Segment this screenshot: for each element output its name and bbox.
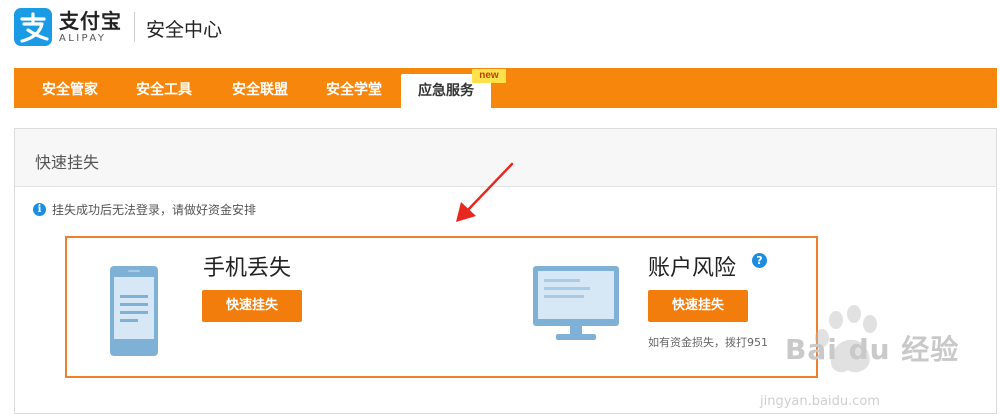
account-risk-note: 如有资金损失，拨打951: [648, 336, 768, 349]
notice: i 挂失成功后无法登录，请做好资金安排: [33, 201, 256, 218]
alipay-wordmark: 支付宝 ALIPAY: [59, 11, 122, 44]
annotation-arrow-icon: [456, 162, 514, 222]
header: 支付宝 ALIPAY 安全中心: [0, 0, 1000, 62]
panel-title: 快速挂失: [35, 153, 100, 172]
watermark-url: jingyan.baidu.com: [760, 394, 880, 409]
new-badge: new: [472, 69, 506, 83]
card-title-phone-lost: 手机丢失: [203, 256, 292, 281]
nav-tab-security-alliance[interactable]: 安全联盟: [210, 68, 310, 108]
nav-tab-security-manager[interactable]: 安全管家: [14, 68, 126, 108]
page: 支付宝 ALIPAY 安全中心 安全管家 安全工具 安全联盟 安全学堂 应急服务…: [0, 0, 1000, 416]
nav-tab-security-tools[interactable]: 安全工具: [114, 68, 214, 108]
monitor-icon: [533, 266, 619, 340]
alipay-logo[interactable]: 支付宝 ALIPAY: [14, 8, 122, 46]
phone-lost-report-button[interactable]: 快速挂失: [202, 290, 302, 322]
logo-en: ALIPAY: [59, 32, 107, 44]
alipay-logo-icon: [14, 8, 52, 46]
nav-tab-security-school[interactable]: 安全学堂: [306, 68, 402, 108]
site-title: 安全中心: [146, 19, 223, 41]
header-divider: [134, 12, 135, 42]
notice-text: 挂失成功后无法登录，请做好资金安排: [52, 203, 257, 217]
card-title-account-risk: 账户风险: [648, 256, 737, 281]
help-icon[interactable]: ?: [752, 253, 767, 268]
info-icon: i: [33, 203, 46, 216]
phone-icon: [110, 266, 158, 356]
account-risk-report-button[interactable]: 快速挂失: [648, 290, 748, 322]
watermark-brand: Bai du 经验: [785, 333, 960, 366]
logo-cn: 支付宝: [59, 8, 122, 33]
